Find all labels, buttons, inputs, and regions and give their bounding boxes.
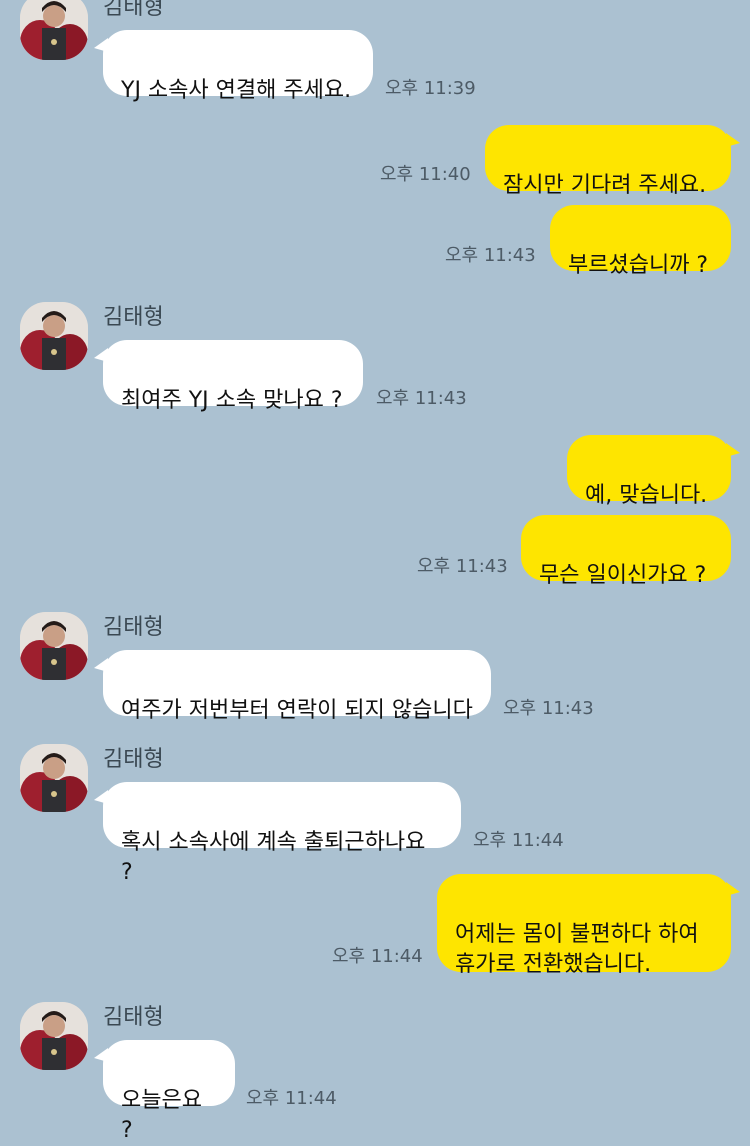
message-text: 최여주 YJ 소속 맞나요 ?: [121, 388, 343, 413]
message-bubble-incoming[interactable]: 최여주 YJ 소속 맞나요 ?: [94, 340, 363, 413]
message-time: 오후 11:43: [503, 698, 594, 719]
message-bubble-incoming[interactable]: 혹시 소속사에 계속 출퇴근하나요 ?: [94, 782, 461, 885]
sender-name: 김태형: [103, 0, 164, 20]
message-time: 오후 11:43: [417, 556, 508, 577]
sender-avatar[interactable]: [20, 744, 88, 812]
message-time: 오후 11:43: [376, 388, 467, 409]
message-text: 무슨 일이신가요 ?: [539, 563, 707, 588]
message-time: 오후 11:44: [473, 830, 564, 851]
message-bubble-outgoing[interactable]: 어제는 몸이 불편하다 하여 휴가로 전환했습니다.: [437, 874, 740, 977]
message-time: 오후 11:43: [445, 245, 536, 266]
sender-name: 김태형: [103, 1005, 164, 1030]
message-text: 잠시만 기다려 주세요.: [503, 173, 707, 198]
message-text: 오늘은요 ?: [121, 1088, 202, 1143]
sender-avatar[interactable]: [20, 1002, 88, 1070]
sender-name: 김태형: [103, 747, 164, 772]
message-time: 오후 11:44: [332, 946, 423, 967]
sender-avatar[interactable]: [20, 302, 88, 370]
message-time: 오후 11:44: [246, 1088, 337, 1109]
message-bubble-outgoing[interactable]: 부르셨습니까 ?: [550, 205, 731, 278]
message-text: 혹시 소속사에 계속 출퇴근하나요 ?: [121, 830, 426, 885]
sender-name: 김태형: [103, 305, 164, 330]
sender-avatar[interactable]: [20, 0, 88, 60]
message-bubble-outgoing[interactable]: 무슨 일이신가요 ?: [521, 515, 731, 588]
message-bubble-incoming[interactable]: YJ 소속사 연결해 주세요.: [94, 30, 373, 103]
message-text: 부르셨습니까 ?: [568, 253, 709, 278]
message-text: 어제는 몸이 불편하다 하여 휴가로 전환했습니다.: [455, 922, 699, 977]
message-text: 예, 맞습니다.: [585, 483, 708, 508]
message-time: 오후 11:40: [380, 164, 471, 185]
message-text: YJ 소속사 연결해 주세요.: [121, 78, 352, 103]
message-text: 여주가 저번부터 연락이 되지 않습니다: [121, 698, 473, 723]
message-bubble-incoming[interactable]: 여주가 저번부터 연락이 되지 않습니다: [94, 650, 491, 723]
message-bubble-incoming[interactable]: 오늘은요 ?: [94, 1040, 235, 1143]
message-time: 오후 11:39: [385, 78, 476, 99]
sender-avatar[interactable]: [20, 612, 88, 680]
message-bubble-outgoing[interactable]: 잠시만 기다려 주세요.: [485, 125, 740, 198]
sender-name: 김태형: [103, 615, 164, 640]
message-bubble-outgoing[interactable]: 예, 맞습니다.: [567, 435, 740, 508]
